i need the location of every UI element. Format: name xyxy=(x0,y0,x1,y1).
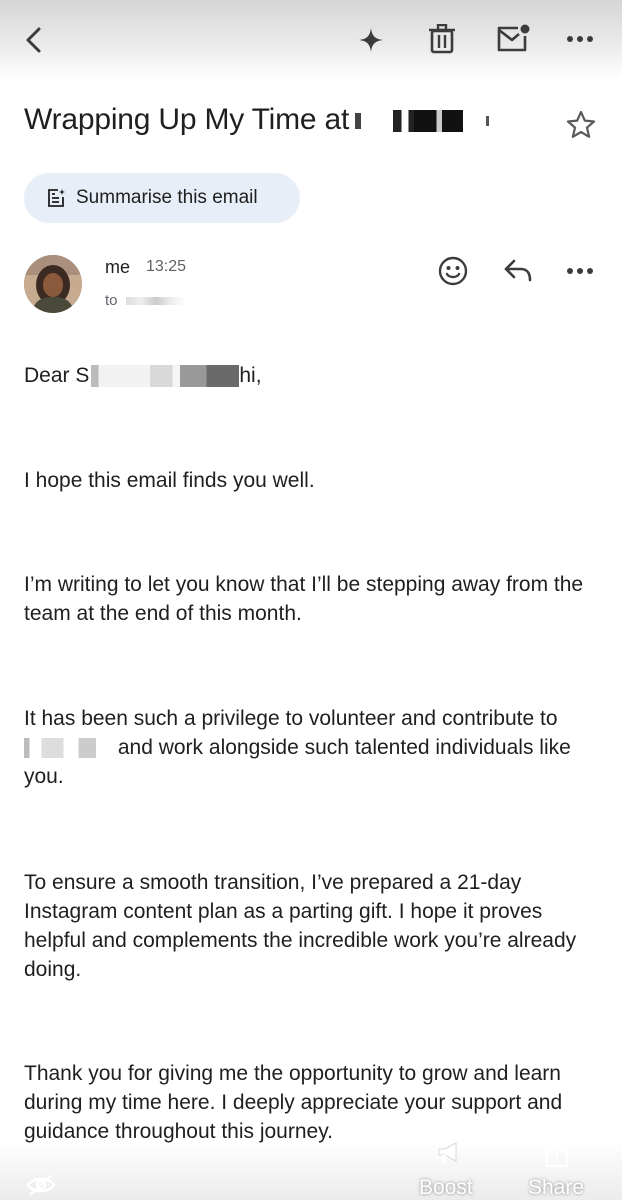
sparkle-icon[interactable] xyxy=(358,27,384,53)
message-more-icon[interactable] xyxy=(566,266,594,276)
subject-redaction xyxy=(355,113,362,130)
summarise-label: Summarise this email xyxy=(76,187,258,208)
recipient-redaction xyxy=(125,297,186,306)
trash-icon[interactable] xyxy=(429,24,455,54)
greeting-redaction xyxy=(91,365,240,388)
avatar-photo xyxy=(24,255,82,313)
paragraph-1: I hope this email finds you well. xyxy=(24,469,315,492)
email-subject: Wrapping Up My Time at xyxy=(24,103,489,137)
back-arrow-icon[interactable] xyxy=(22,26,46,54)
hide-eye-icon[interactable] xyxy=(26,1173,56,1197)
emoji-react-icon[interactable] xyxy=(438,256,468,286)
recipient-to-label: to xyxy=(105,292,118,309)
star-icon[interactable] xyxy=(566,110,596,139)
sent-time: 13:25 xyxy=(146,258,187,275)
boost-megaphone-icon[interactable] xyxy=(436,1140,464,1166)
subject-text: Wrapping Up My Time at xyxy=(24,103,350,136)
paragraph-3: It has been such a privilege to voluntee… xyxy=(24,704,604,791)
sender-name: me xyxy=(105,257,131,277)
avatar[interactable] xyxy=(24,255,82,313)
boost-label[interactable]: Boost xyxy=(419,1176,473,1200)
paragraph-3-redaction xyxy=(24,738,112,759)
share-icon[interactable] xyxy=(544,1140,570,1168)
subject-redaction xyxy=(485,116,489,127)
share-label[interactable]: Share xyxy=(528,1176,584,1200)
email-greeting: Dear S hi, xyxy=(24,361,604,390)
more-horizontal-icon[interactable] xyxy=(566,34,594,44)
greeting-suffix: hi, xyxy=(239,364,262,387)
summarise-email-button[interactable]: Summarise this email xyxy=(24,173,300,223)
paragraph-3-part-b: and work alongside such talented individ… xyxy=(117,736,534,759)
recipient-line[interactable]: to xyxy=(105,292,186,309)
paragraph-4: To ensure a smooth transition, I’ve prep… xyxy=(24,871,577,981)
subject-redaction xyxy=(393,110,464,133)
paragraph-5: Thank you for giving me the opportunity … xyxy=(24,1062,563,1143)
paragraph-2: I’m writing to let you know that I’ll be… xyxy=(24,573,584,625)
greeting-prefix: Dear S xyxy=(24,364,90,387)
summarise-icon xyxy=(48,189,65,207)
paragraph-3-part-a: It has been such a privilege to voluntee… xyxy=(24,707,558,730)
reply-icon[interactable] xyxy=(503,258,533,282)
mark-unread-icon[interactable] xyxy=(496,24,530,52)
